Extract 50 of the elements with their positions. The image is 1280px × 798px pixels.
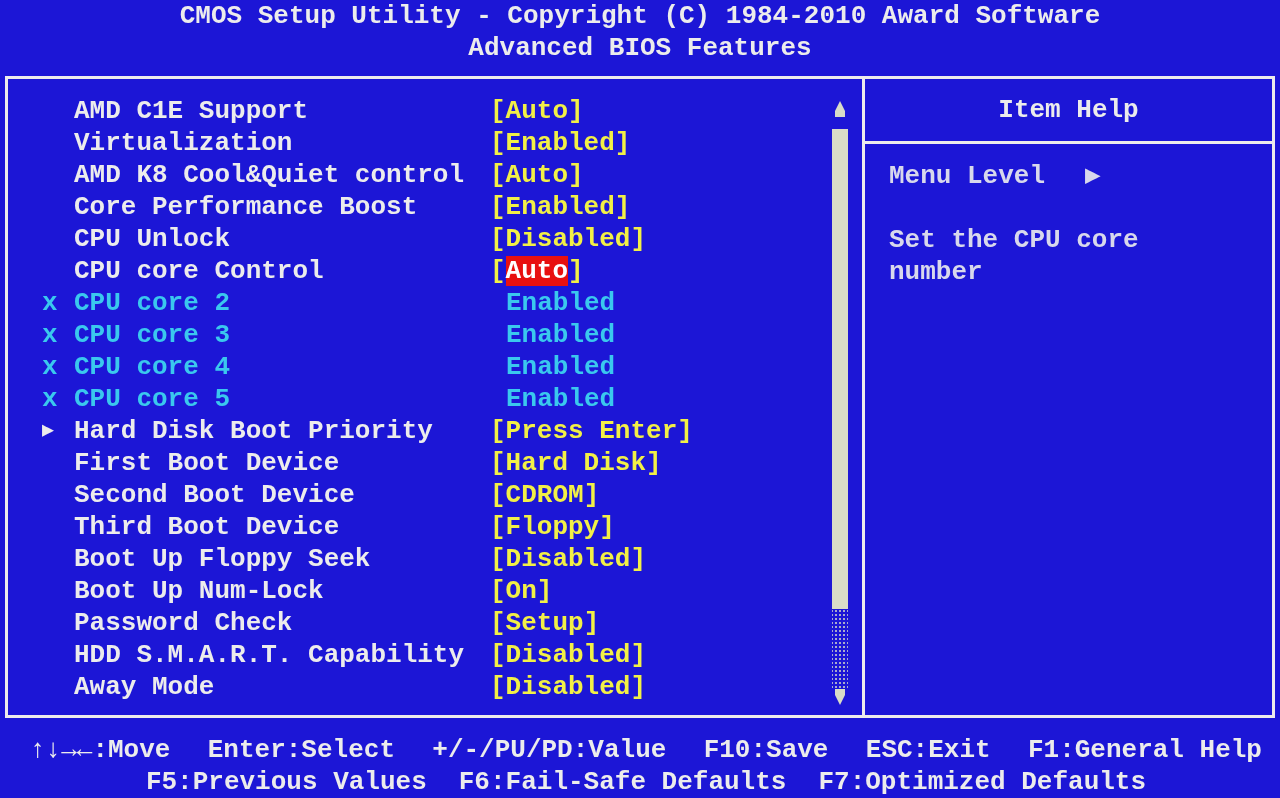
setting-label[interactable]: Virtualization	[74, 127, 490, 159]
menu-level-marker: ▶	[1085, 160, 1101, 192]
setting-value[interactable]: [Floppy]	[490, 511, 822, 543]
setting-label[interactable]: Third Boot Device	[74, 511, 490, 543]
setting-value[interactable]: [Enabled]	[490, 191, 822, 223]
setting-value[interactable]: [On]	[490, 575, 822, 607]
setting-value[interactable]: [Disabled]	[490, 223, 822, 255]
setting-value[interactable]: [Setup]	[490, 607, 822, 639]
setting-value[interactable]: [Auto]	[490, 95, 822, 127]
setting-value[interactable]: [CDROM]	[490, 479, 822, 511]
setting-label[interactable]: First Boot Device	[74, 447, 490, 479]
setting-label[interactable]: HDD S.M.A.R.T. Capability	[74, 639, 490, 671]
submenu-marker: ▶	[42, 418, 56, 444]
setting-label[interactable]: AMD K8 Cool&Quiet control	[74, 159, 490, 191]
setting-value[interactable]: [Press Enter]	[490, 415, 822, 447]
key-hint: F1:General Help	[1027, 734, 1262, 766]
disabled-marker: x	[42, 287, 59, 319]
setting-label[interactable]: AMD C1E Support	[74, 95, 490, 127]
setting-label[interactable]: Boot Up Num-Lock	[74, 575, 490, 607]
window-title: CMOS Setup Utility - Copyright (C) 1984-2010 Award Software	[179, 0, 1101, 32]
setting-label[interactable]: Hard Disk Boot Priority	[74, 415, 490, 447]
page-title: Advanced BIOS Features	[468, 32, 812, 64]
setting-value[interactable]: [Hard Disk]	[490, 447, 822, 479]
key-hint: ESC:Exit	[865, 734, 991, 766]
key-hint: ↑↓→←:Move	[30, 734, 171, 766]
setting-value[interactable]: [Enabled]	[490, 127, 822, 159]
setting-label[interactable]: Away Mode	[74, 671, 490, 703]
setting-label[interactable]: Core Performance Boost	[74, 191, 490, 223]
key-hint: F6:Fail-Safe Defaults	[458, 766, 787, 798]
key-hint: F5:Previous Values	[145, 766, 427, 798]
help-text: Set the CPU core number	[889, 224, 1140, 288]
key-hint: F7:Optimized Defaults	[818, 766, 1147, 798]
setting-value[interactable]: [Disabled]	[490, 671, 822, 703]
help-title: Item Help	[998, 95, 1139, 125]
setting-value[interactable]: [Auto]	[490, 159, 822, 191]
setting-label[interactable]: Boot Up Floppy Seek	[74, 543, 490, 575]
disabled-marker: x	[42, 319, 59, 351]
setting-value[interactable]: [Disabled]	[490, 543, 822, 575]
setting-label[interactable]: CPU Unlock	[74, 223, 490, 255]
menu-level-label: Menu Level	[889, 160, 1046, 192]
setting-value[interactable]: [Disabled]	[490, 639, 822, 671]
disabled-marker: x	[42, 351, 59, 383]
key-hint: F10:Save	[703, 734, 829, 766]
setting-label[interactable]: Second Boot Device	[74, 479, 490, 511]
scrollbar-drawing[interactable]	[830, 101, 850, 705]
setting-label[interactable]: CPU core Control	[74, 255, 490, 287]
key-hint: +/-/PU/PD:Value	[432, 734, 667, 766]
setting-label[interactable]: Password Check	[74, 607, 490, 639]
disabled-marker: x	[42, 383, 59, 415]
key-hint: Enter:Select	[207, 734, 395, 766]
